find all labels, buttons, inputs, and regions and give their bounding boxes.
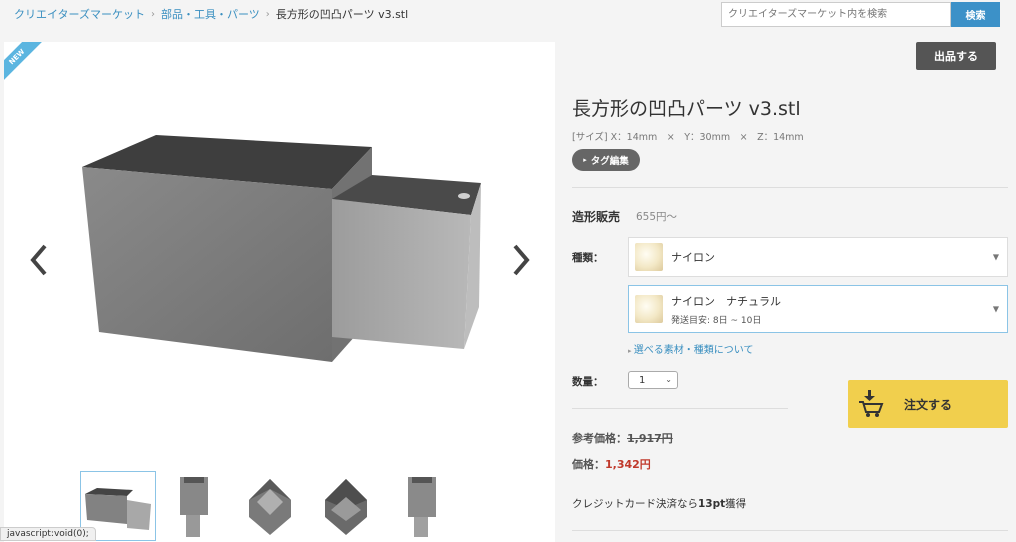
chevron-down-icon: ⌄ xyxy=(665,375,672,384)
breadcrumb-separator-icon: › xyxy=(151,8,156,20)
points-value: 13pt xyxy=(698,498,726,510)
thumbnail-side[interactable] xyxy=(384,471,460,541)
price-label: 価格： xyxy=(572,458,605,471)
chevron-right-icon[interactable] xyxy=(506,240,536,280)
sell-button[interactable]: 出品する xyxy=(916,42,996,70)
model-viewer[interactable]: NEW xyxy=(4,42,555,542)
breadcrumb-home[interactable]: クリエイターズマーケット xyxy=(14,6,145,22)
tag-edit-button[interactable]: ▸ タグ編集 xyxy=(572,149,640,171)
product-title: 長方形の凹凸パーツ v3.stl xyxy=(572,98,801,120)
points-suffix: 獲得 xyxy=(725,498,747,510)
material-value: ナイロン xyxy=(671,251,715,264)
top-bar: クリエイターズマーケット › 部品・工具・パーツ › 長方形の凹凸パーツ v3.… xyxy=(0,0,1016,30)
size-info: [サイズ] X：14mm × Y：30mm × Z：14mm xyxy=(572,132,804,143)
divider xyxy=(572,530,1008,531)
materials-info-link[interactable]: ▸ 選べる素材・種類について xyxy=(628,341,753,356)
points-prefix: クレジットカード決済なら xyxy=(572,498,698,510)
quantity-select[interactable]: 1 ⌄ xyxy=(628,371,678,389)
search-button[interactable]: 検索 xyxy=(951,2,1000,27)
thumbnail-strip xyxy=(80,471,460,541)
shipping-estimate: 発送目安: 8日 ~ 10日 xyxy=(671,315,762,326)
sale-price: 655円～ xyxy=(636,211,678,223)
variant-select[interactable]: ナイロン ナチュラル 発送目安: 8日 ~ 10日 ▼ xyxy=(628,285,1008,333)
price-value: 1,342円 xyxy=(605,458,651,471)
search-input[interactable] xyxy=(721,2,951,27)
thumbnail-top[interactable] xyxy=(232,471,308,541)
tag-edit-label: タグ編集 xyxy=(590,156,629,167)
status-bar: javascript:void(0); xyxy=(0,527,96,541)
quantity-value: 1 xyxy=(639,374,646,386)
model-render xyxy=(82,135,481,362)
points-info: クレジットカード決済なら13pt獲得 xyxy=(572,496,746,511)
kind-label: 種類： xyxy=(572,252,604,264)
thumbnail-bottom[interactable] xyxy=(308,471,384,541)
reference-price-value: 1,917円 xyxy=(627,432,673,445)
new-badge: NEW xyxy=(4,42,46,86)
material-swatch xyxy=(635,243,663,271)
price: 価格：1,342円 xyxy=(572,456,651,472)
material-select[interactable]: ナイロン ▼ xyxy=(628,237,1008,277)
order-button[interactable]: 注文する xyxy=(848,380,1008,428)
caret-down-icon: ▼ xyxy=(992,304,999,314)
variant-swatch xyxy=(635,295,663,323)
divider xyxy=(572,408,788,409)
caret-right-icon: ▸ xyxy=(583,156,587,164)
variant-value: ナイロン ナチュラル xyxy=(671,294,781,308)
quantity-label: 数量： xyxy=(572,376,604,388)
breadcrumb: クリエイターズマーケット › 部品・工具・パーツ › 長方形の凹凸パーツ v3.… xyxy=(14,6,408,22)
thumbnail-front[interactable] xyxy=(156,471,232,541)
breadcrumb-category[interactable]: 部品・工具・パーツ xyxy=(161,6,260,22)
breadcrumb-current: 長方形の凹凸パーツ v3.stl xyxy=(275,8,409,21)
order-label: 注文する xyxy=(904,398,953,412)
caret-down-icon: ▼ xyxy=(992,252,999,262)
chevron-left-icon[interactable] xyxy=(24,240,54,280)
reference-price-label: 参考価格： xyxy=(572,432,627,445)
reference-price: 参考価格：1,917円 xyxy=(572,430,673,446)
cart-icon xyxy=(859,390,884,417)
materials-info-label: 選べる素材・種類について xyxy=(633,345,754,356)
breadcrumb-separator-icon: › xyxy=(265,8,270,20)
sale-label: 造形販売 xyxy=(572,210,621,224)
divider xyxy=(572,187,1008,188)
